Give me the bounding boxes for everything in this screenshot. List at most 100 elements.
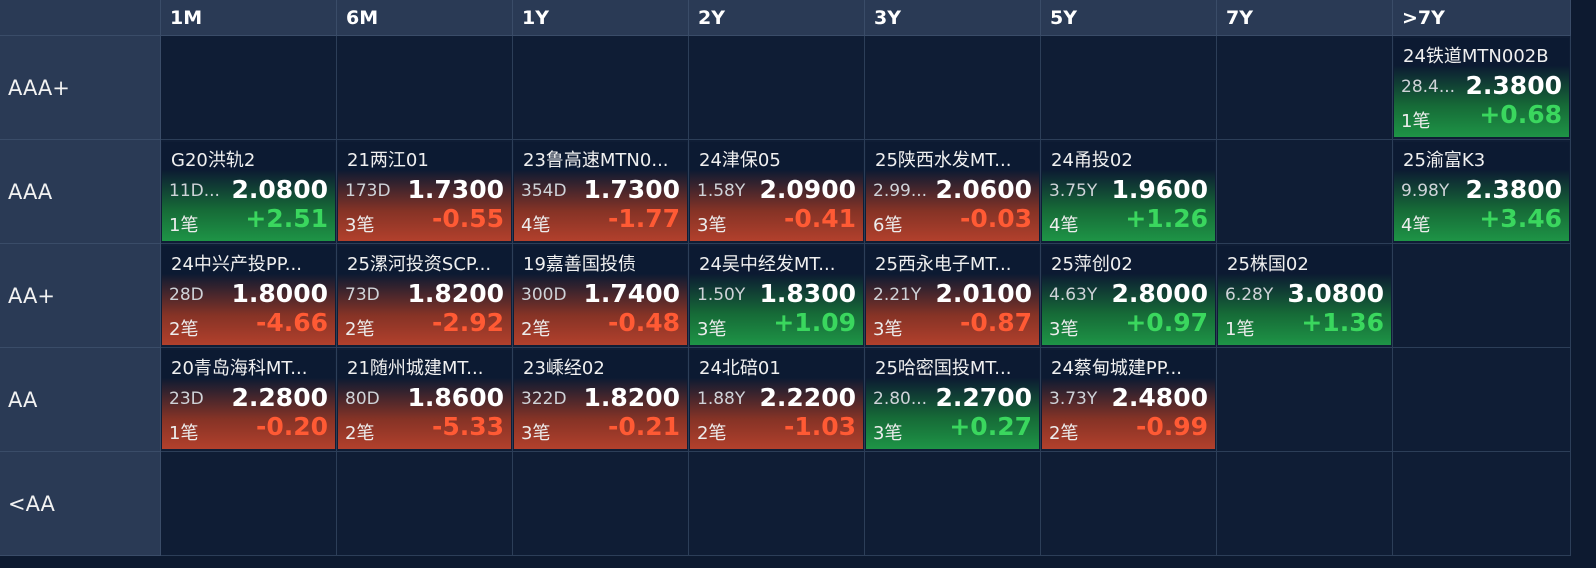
grid-cell [1393, 244, 1571, 348]
bond-term: 11D... [169, 181, 220, 201]
bond-term: 6.28Y [1225, 285, 1274, 305]
yield-change: -1.03 [783, 412, 856, 441]
trade-count: 3笔 [873, 319, 903, 340]
bond-yield: 2.0800 [231, 175, 328, 204]
bond-name: 23鲁高速MTN0... [523, 150, 669, 171]
bond-yield: 1.8300 [759, 279, 856, 308]
col-header-5y[interactable]: 5Y [1041, 0, 1217, 36]
bond-card[interactable]: 25西永电子MT... 2.21Y 2.0100 3笔 -0.87 [866, 246, 1039, 345]
bond-card[interactable]: 23鲁高速MTN0... 354D 1.7300 4笔 -1.77 [514, 142, 687, 241]
bond-name: 24吴中经发MT... [699, 254, 836, 275]
grid-cell-filled: 24吴中经发MT... 1.50Y 1.8300 3笔 +1.09 [689, 244, 865, 348]
bond-card[interactable]: 25株国02 6.28Y 3.0800 1笔 +1.36 [1218, 246, 1391, 345]
bond-card[interactable]: G20洪轨2 11D... 2.0800 1笔 +2.51 [162, 142, 335, 241]
bond-card[interactable]: 25陕西水发MT... 2.99... 2.0600 6笔 -0.03 [866, 142, 1039, 241]
grid-cell [865, 36, 1041, 140]
yield-change: -0.21 [607, 412, 680, 441]
grid-cell [1041, 452, 1217, 556]
bond-term: 1.58Y [697, 181, 746, 201]
bond-term: 300D [521, 285, 567, 305]
trade-count: 3笔 [345, 215, 375, 236]
grid-cell [161, 36, 337, 140]
bond-card[interactable]: 25萍创02 4.63Y 2.8000 3笔 +0.97 [1042, 246, 1215, 345]
bond-name: 25株国02 [1227, 254, 1309, 275]
yield-change: -5.33 [431, 412, 504, 441]
trade-count: 6笔 [873, 215, 903, 236]
bond-yield: 3.0800 [1287, 279, 1384, 308]
trade-count: 4笔 [1049, 215, 1079, 236]
grid-cell [1041, 36, 1217, 140]
grid-cell [689, 36, 865, 140]
bond-name: 25西永电子MT... [875, 254, 1012, 275]
bond-term: 2.21Y [873, 285, 922, 305]
grid-cell-filled: 23鲁高速MTN0... 354D 1.7300 4笔 -1.77 [513, 140, 689, 244]
bond-name: 25渝富K3 [1403, 150, 1486, 171]
trade-count: 1笔 [1401, 111, 1431, 132]
trade-count: 2笔 [345, 319, 375, 340]
yield-change: +1.36 [1301, 308, 1384, 337]
bond-card[interactable]: 24吴中经发MT... 1.50Y 1.8300 3笔 +1.09 [690, 246, 863, 345]
bond-card[interactable]: 24铁道MTN002B 28.4... 2.3800 1笔 +0.68 [1394, 38, 1569, 137]
bond-yield: 2.4800 [1111, 383, 1208, 412]
row-label-aaa: AAA [0, 140, 161, 244]
col-header-1m[interactable]: 1M [161, 0, 337, 36]
bond-card[interactable]: 24津保05 1.58Y 2.0900 3笔 -0.41 [690, 142, 863, 241]
bond-term: 1.50Y [697, 285, 746, 305]
bond-card[interactable]: 25漯河投资SCP... 73D 1.8200 2笔 -2.92 [338, 246, 511, 345]
bond-yield: 1.7300 [407, 175, 504, 204]
yield-change: -0.41 [783, 204, 856, 233]
bond-yield: 1.8000 [231, 279, 328, 308]
bond-card[interactable]: 25渝富K3 9.98Y 2.3800 4笔 +3.46 [1394, 142, 1569, 241]
col-header-3y[interactable]: 3Y [865, 0, 1041, 36]
bond-name: 24铁道MTN002B [1403, 46, 1549, 67]
bond-card[interactable]: 24中兴产投PP... 28D 1.8000 2笔 -4.66 [162, 246, 335, 345]
bond-name: G20洪轨2 [171, 150, 256, 171]
trade-count: 2笔 [1049, 423, 1079, 444]
col-header-7y[interactable]: 7Y [1217, 0, 1393, 36]
bond-term: 354D [521, 181, 567, 201]
grid-cell-filled: 25哈密国投MT... 2.80... 2.2700 3笔 +0.27 [865, 348, 1041, 452]
col-header-1y[interactable]: 1Y [513, 0, 689, 36]
bond-term: 23D [169, 389, 204, 409]
bond-card[interactable]: 24蔡甸城建PP... 3.73Y 2.4800 2笔 -0.99 [1042, 350, 1215, 449]
bond-card[interactable]: 24北碚01 1.88Y 2.2200 2笔 -1.03 [690, 350, 863, 449]
bond-term: 28D [169, 285, 204, 305]
bond-card[interactable]: 21两江01 173D 1.7300 3笔 -0.55 [338, 142, 511, 241]
bond-yield: 2.2800 [231, 383, 328, 412]
trade-count: 1笔 [169, 423, 199, 444]
bond-card[interactable]: 21随州城建MT... 80D 1.8600 2笔 -5.33 [338, 350, 511, 449]
grid-cell-filled: 25萍创02 4.63Y 2.8000 3笔 +0.97 [1041, 244, 1217, 348]
col-header-2y[interactable]: 2Y [689, 0, 865, 36]
bond-name: 25漯河投资SCP... [347, 254, 492, 275]
grid-cell-filled: 21两江01 173D 1.7300 3笔 -0.55 [337, 140, 513, 244]
bond-name: 24津保05 [699, 150, 781, 171]
trade-count: 4笔 [1401, 215, 1431, 236]
bond-yield: 1.8200 [407, 279, 504, 308]
grid-cell [337, 36, 513, 140]
yield-change: -4.66 [255, 308, 328, 337]
col-header-over-7y[interactable]: >7Y [1393, 0, 1571, 36]
grid-cell [1217, 140, 1393, 244]
bond-card[interactable]: 23嵊经02 322D 1.8200 3笔 -0.21 [514, 350, 687, 449]
yield-change: -0.55 [431, 204, 504, 233]
yield-change: +3.46 [1479, 204, 1562, 233]
bond-card[interactable]: 24甬投02 3.75Y 1.9600 4笔 +1.26 [1042, 142, 1215, 241]
bond-name: 25萍创02 [1051, 254, 1133, 275]
bond-name: 21两江01 [347, 150, 429, 171]
grid-cell-filled: 24中兴产投PP... 28D 1.8000 2笔 -4.66 [161, 244, 337, 348]
trade-count: 2笔 [521, 319, 551, 340]
grid-cell-filled: 21随州城建MT... 80D 1.8600 2笔 -5.33 [337, 348, 513, 452]
bond-card[interactable]: 19嘉善国投债 300D 1.7400 2笔 -0.48 [514, 246, 687, 345]
yield-change: +1.09 [773, 308, 856, 337]
bond-card[interactable]: 20青岛海科MT... 23D 2.2800 1笔 -0.20 [162, 350, 335, 449]
grid-cell [1217, 452, 1393, 556]
row-label-aa-plus: AA+ [0, 244, 161, 348]
bond-yield: 2.2700 [935, 383, 1032, 412]
grid-cell-filled: 25漯河投资SCP... 73D 1.8200 2笔 -2.92 [337, 244, 513, 348]
bond-term: 9.98Y [1401, 181, 1450, 201]
bond-yield: 1.8600 [407, 383, 504, 412]
yield-change: -0.48 [607, 308, 680, 337]
bond-card[interactable]: 25哈密国投MT... 2.80... 2.2700 3笔 +0.27 [866, 350, 1039, 449]
col-header-6m[interactable]: 6M [337, 0, 513, 36]
row-label-below-aa: <AA [0, 452, 161, 556]
